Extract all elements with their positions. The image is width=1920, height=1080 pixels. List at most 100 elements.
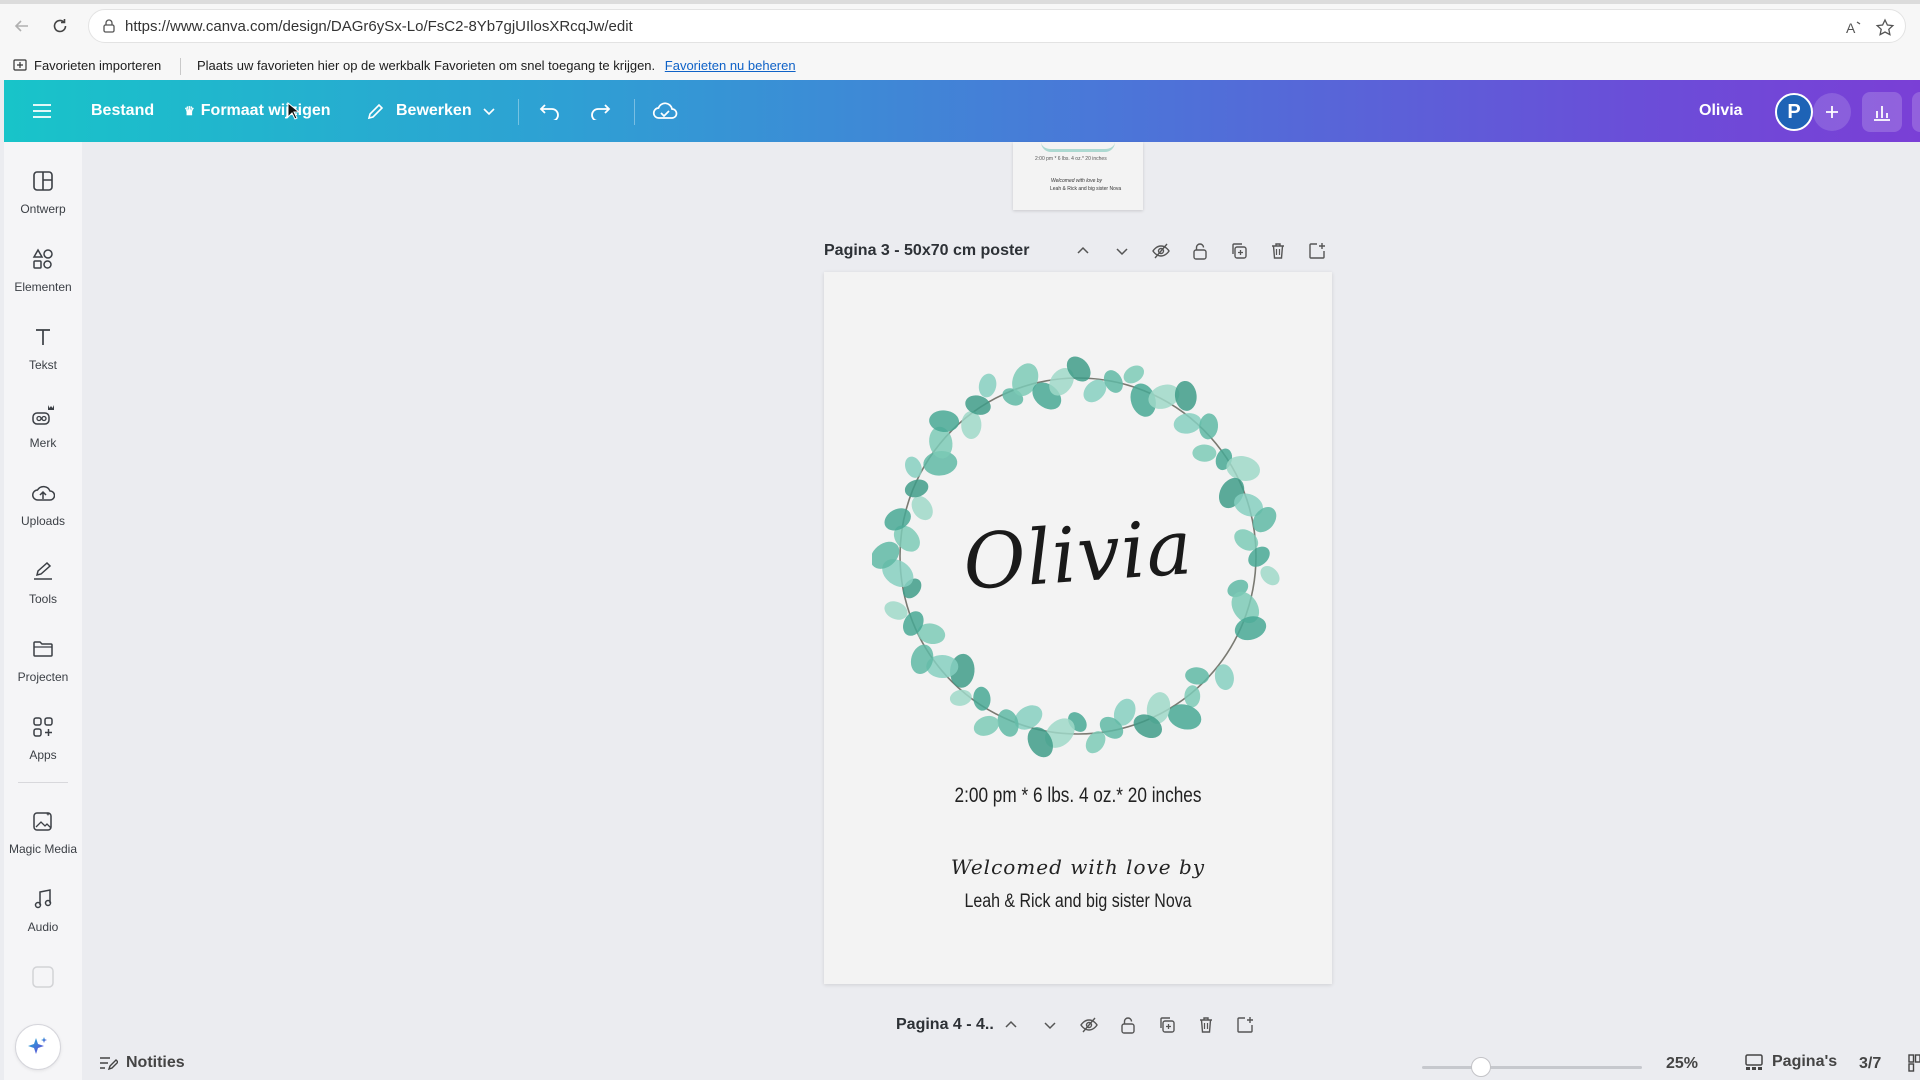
sidebar-item-tools[interactable]: Tools [4,552,82,624]
sidebar-item-uploads[interactable]: Uploads [4,474,82,546]
header-separator [634,99,635,125]
url-text: https://www.canva.com/design/DAGr6ySx-Lo… [125,18,633,35]
add-page-icon[interactable] [1232,1012,1258,1038]
pencil-icon [367,103,384,120]
sidebar-item-label: Projecten [17,670,69,684]
editor-footer: Notities 25% Pagina's 3/7 [82,1046,1920,1080]
svg-text:A: A [1846,20,1856,36]
wreath-leaf [904,479,929,498]
file-menu[interactable]: Bestand [91,80,154,142]
next-page-toolbar: Pagina 4 - 4.. [896,1012,1256,1038]
hide-page-icon[interactable] [1148,238,1174,264]
design-title[interactable]: Olivia [1699,80,1743,142]
zoom-level[interactable]: 25% [1666,1055,1698,1073]
header-separator [518,99,519,125]
mouse-cursor-icon [287,101,301,125]
wreath-leaf [1199,413,1219,440]
add-collaborator-button[interactable] [1813,93,1851,131]
wreath-leaf [1192,444,1217,462]
zoom-slider-handle[interactable] [1471,1057,1491,1077]
import-favorites-label: Favorieten importeren [34,57,162,73]
lock-icon[interactable] [1187,238,1213,264]
read-aloud-icon[interactable]: A [1843,17,1865,39]
next-page-title[interactable]: Pagina 4 - 4.. [896,1016,994,1034]
wreath-leaf [949,689,972,706]
zoom-slider[interactable] [1422,1066,1642,1069]
manage-favorites-link[interactable]: Favorieten nu beheren [665,58,796,73]
sparkle-icon [28,1037,47,1054]
folder-icon [30,636,56,662]
edit-menu[interactable]: Bewerken [366,80,496,142]
design-page[interactable]: Olivia 2:00 pm * 6 lbs. 4 oz.* 20 inches… [824,272,1332,984]
back-icon[interactable] [10,14,34,38]
trash-icon[interactable] [1193,1012,1219,1038]
bar-chart-icon [1874,106,1890,121]
favorite-star-icon[interactable] [1874,17,1896,39]
sidebar-item-label: Merk [29,436,57,450]
cloud-saved-icon[interactable] [651,97,679,125]
pages-button[interactable]: Pagina's [1744,1053,1837,1071]
brand-icon [30,402,56,428]
thumb-welcome: Welcomed with love by [1051,178,1103,184]
notes-label: Notities [126,1054,185,1071]
avatar[interactable]: P [1775,93,1813,131]
sidebar-item-apps[interactable]: Apps [4,708,82,780]
previous-page-preview[interactable]: 2:00 pm * 6 lbs. 4 oz.* 20 inches Welcom… [1013,142,1143,210]
sidebar-item-projecten[interactable]: Projecten [4,630,82,702]
sidebar-item-label: Magic Media [8,842,78,856]
sidebar-item-merk[interactable]: Merk [4,396,82,468]
sidebar-item-elementen[interactable]: Elementen [4,240,82,312]
share-button-edge[interactable] [1912,92,1920,132]
grid-view-icon[interactable] [1908,1054,1920,1072]
import-icon [13,59,27,71]
resize-button[interactable]: ♛ Formaat wijzigen [184,80,331,142]
sidebar-item-label: Uploads [20,514,66,528]
sidebar-item-tekst[interactable]: Tekst [4,318,82,390]
notes-button[interactable]: Notities [98,1054,185,1072]
hide-page-icon[interactable] [1076,1012,1102,1038]
chevron-down-icon[interactable] [1109,238,1135,264]
duplicate-icon[interactable] [1154,1012,1180,1038]
wreath-leaf [1167,704,1202,730]
wreath-leaf [1174,380,1197,411]
thumb-stats: 2:00 pm * 6 lbs. 4 oz.* 20 inches [1035,156,1107,162]
sidebar-item-label: Elementen [14,280,72,294]
tab-strip [0,0,1920,4]
redo-icon[interactable] [586,97,614,125]
birth-stats-text[interactable]: 2:00 pm * 6 lbs. 4 oz.* 20 inches [870,784,1287,808]
menu-icon[interactable] [28,97,56,125]
file-menu-label: Bestand [91,102,155,119]
lock-icon [101,18,117,39]
chevron-down-icon[interactable] [1037,1012,1063,1038]
pages-icon [1745,1054,1763,1070]
canva-assistant-button[interactable] [15,1024,61,1070]
insights-button[interactable] [1862,92,1902,132]
reload-icon[interactable] [48,14,72,38]
more-apps-icon[interactable] [30,964,56,990]
wreath-leaf [1123,365,1144,384]
lock-icon[interactable] [1115,1012,1141,1038]
sidebar-item-audio[interactable]: Audio [4,880,82,952]
add-page-icon[interactable] [1304,238,1330,264]
sidebar-item-magic-media[interactable]: Magic Media [4,802,82,874]
wreath-leaf [1234,616,1267,641]
magic-media-icon [30,808,56,834]
sidebar-item-label: Ontwerp [20,202,66,216]
undo-icon[interactable] [536,97,564,125]
family-text[interactable]: Leah & Rick and big sister Nova [865,891,1292,913]
page-title[interactable]: Pagina 3 - 50x70 cm poster [824,242,1029,260]
chevron-up-icon[interactable] [998,1012,1024,1038]
duplicate-icon[interactable] [1226,238,1252,264]
sidebar-item-ontwerp[interactable]: Ontwerp [4,162,82,234]
favorites-bar: Favorieten importeren Plaats uw favoriet… [0,52,1920,80]
import-favorites-button[interactable]: Favorieten importeren [12,57,161,73]
chevron-up-icon[interactable] [1070,238,1096,264]
favorites-message-text: Plaats uw favorieten hier op de werkbalk… [197,58,656,73]
address-bar[interactable]: https://www.canva.com/design/DAGr6ySx-Lo… [88,9,1906,43]
trash-icon[interactable] [1265,238,1291,264]
left-sidebar: Ontwerp Elementen Tekst Merk Uploads Too… [4,142,82,1080]
wreath-leaf [978,373,997,398]
page-toolbar: Pagina 3 - 50x70 cm poster [824,238,1334,264]
welcome-text[interactable]: Welcomed with love by [824,855,1332,879]
plus-icon [1826,106,1838,118]
